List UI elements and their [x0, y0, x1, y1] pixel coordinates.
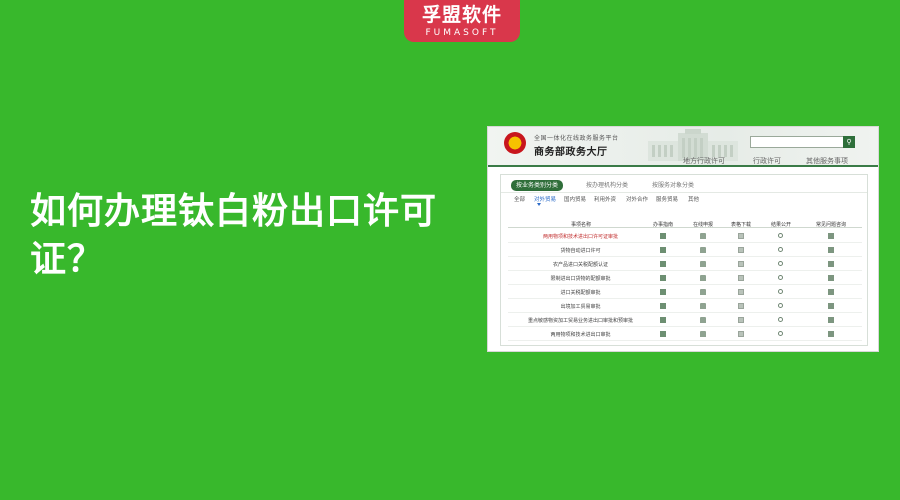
- document-icon[interactable]: [738, 303, 744, 309]
- document-icon[interactable]: [738, 247, 744, 253]
- sheet-icon[interactable]: [828, 331, 834, 337]
- guide-icon[interactable]: [660, 289, 666, 295]
- magnifier-icon[interactable]: [778, 247, 783, 252]
- search-icon: ⚲: [846, 138, 852, 146]
- magnifier-icon[interactable]: [778, 303, 783, 308]
- sheet-icon[interactable]: [828, 275, 834, 281]
- magnifier-icon[interactable]: [778, 289, 783, 294]
- panel-divider: [501, 192, 867, 193]
- header-result-public: 结果公开: [770, 222, 791, 228]
- folder-icon[interactable]: [700, 317, 706, 323]
- site-subtitle: 全国一体化在线政务服务平台: [534, 135, 619, 142]
- brand-subtitle: FUMASOFT: [425, 28, 499, 38]
- search-button[interactable]: ⚲: [843, 136, 855, 148]
- subtab-foreign-investment[interactable]: 利用外资: [594, 195, 616, 203]
- guide-icon[interactable]: [660, 317, 666, 323]
- table-row: 进口关税配额审批: [508, 285, 862, 299]
- folder-icon[interactable]: [700, 261, 706, 267]
- folder-icon[interactable]: [700, 233, 706, 239]
- brand-logo: 孚盟软件 FUMASOFT: [404, 0, 520, 42]
- table-row: 农产品进口关税配额认证: [508, 257, 862, 271]
- guide-icon[interactable]: [660, 331, 666, 337]
- guide-icon[interactable]: [660, 303, 666, 309]
- table-header: 事项名称 办事指南 在线申报 表格下载 结果公开 常见问题咨询: [508, 219, 862, 228]
- header-form-download: 表格下载: [730, 222, 751, 228]
- nav-divider: [488, 165, 878, 167]
- row-item-name[interactable]: 重点敏感物资加工贸易业务进出口审批和预审批: [508, 317, 653, 324]
- subtab-domestic-trade[interactable]: 国内贸易: [564, 195, 586, 203]
- header-faq: 常见问题咨询: [815, 222, 846, 228]
- subtab-foreign-cooperation[interactable]: 对外合作: [626, 195, 648, 203]
- sheet-icon[interactable]: [828, 289, 834, 295]
- search-input[interactable]: [750, 136, 844, 148]
- national-emblem-icon: [504, 132, 526, 154]
- embedded-screenshot: 全国一体化在线政务服务平台 商务部政务大厅 ⚲ 地方行政许可 行政许可 其他服务…: [487, 126, 879, 352]
- document-icon[interactable]: [738, 317, 744, 323]
- row-item-name[interactable]: 农产品进口关税配额认证: [508, 261, 653, 268]
- brand-name: 孚盟软件: [421, 4, 502, 26]
- guide-icon[interactable]: [660, 233, 666, 239]
- row-item-name[interactable]: 货物自动进口许可: [508, 247, 653, 254]
- magnifier-icon[interactable]: [778, 317, 783, 322]
- header-online-apply: 在线申报: [692, 222, 713, 228]
- magnifier-icon[interactable]: [778, 275, 783, 280]
- row-item-name[interactable]: 两用物项和技术进出口审批: [508, 331, 653, 338]
- table-row: 出境加工贸易审批: [508, 299, 862, 313]
- magnifier-icon[interactable]: [778, 331, 783, 336]
- sheet-icon[interactable]: [828, 247, 834, 253]
- table-row: 货物自动进口许可: [508, 243, 862, 257]
- folder-icon[interactable]: [700, 303, 706, 309]
- sheet-icon[interactable]: [828, 261, 834, 267]
- subtab-all[interactable]: 全部: [514, 195, 525, 203]
- magnifier-icon[interactable]: [778, 233, 783, 238]
- header-guide: 办事指南: [652, 222, 673, 228]
- document-icon[interactable]: [738, 331, 744, 337]
- folder-icon[interactable]: [700, 331, 706, 337]
- subtab-service-trade[interactable]: 服务贸易: [656, 195, 678, 203]
- header-item-name: 事项名称: [570, 222, 591, 228]
- table-row: 重点敏感物资加工贸易业务进出口审批和预审批: [508, 313, 862, 327]
- sheet-icon[interactable]: [828, 303, 834, 309]
- tab-by-audience[interactable]: 按服务对象分类: [647, 180, 699, 191]
- row-item-name[interactable]: 进口关税配额审批: [508, 289, 653, 296]
- row-item-name[interactable]: 两用物项和技术进出口许可证审批: [508, 233, 653, 240]
- folder-icon[interactable]: [700, 289, 706, 295]
- subtab-foreign-trade[interactable]: 对外贸易: [534, 195, 556, 206]
- document-icon[interactable]: [738, 289, 744, 295]
- magnifier-icon[interactable]: [778, 261, 783, 266]
- table-row: 限制进出口货物的配额审批: [508, 271, 862, 285]
- guide-icon[interactable]: [660, 261, 666, 267]
- tab-by-agency[interactable]: 按办理机构分类: [581, 180, 633, 191]
- folder-icon[interactable]: [700, 275, 706, 281]
- row-item-name[interactable]: 出境加工贸易审批: [508, 303, 653, 310]
- tab-by-business-type[interactable]: 按业务类别分类: [511, 180, 564, 191]
- sheet-icon[interactable]: [828, 317, 834, 323]
- folder-icon[interactable]: [700, 247, 706, 253]
- table-row: 两用物项和技术进出口审批: [508, 327, 862, 341]
- guide-icon[interactable]: [660, 247, 666, 253]
- sheet-icon[interactable]: [828, 233, 834, 239]
- document-icon[interactable]: [738, 275, 744, 281]
- guide-icon[interactable]: [660, 275, 666, 281]
- document-icon[interactable]: [738, 233, 744, 239]
- subtab-other[interactable]: 其他: [688, 195, 699, 203]
- headline: 如何办理钛白粉出口许可证？: [30, 191, 438, 280]
- service-panel: 按业务类别分类 按办理机构分类 按服务对象分类 全部 对外贸易 国内贸易 利用外…: [500, 174, 868, 346]
- table-row: 两用物项和技术进出口许可证审批: [508, 229, 862, 243]
- row-item-name[interactable]: 限制进出口货物的配额审批: [508, 275, 653, 282]
- document-icon[interactable]: [738, 261, 744, 267]
